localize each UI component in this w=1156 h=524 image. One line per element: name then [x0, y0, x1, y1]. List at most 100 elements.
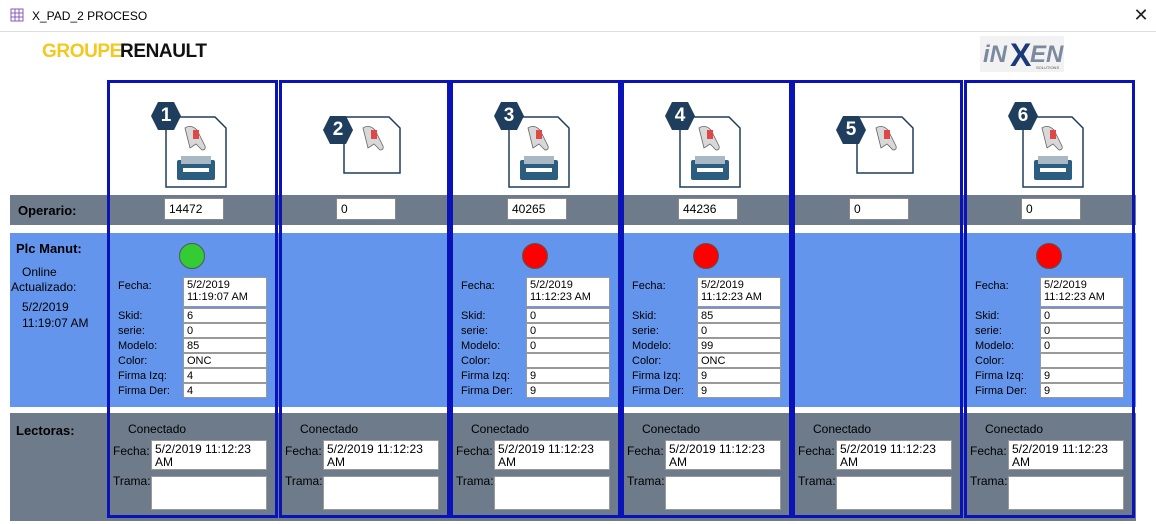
lectoras-label: Lectoras: — [16, 423, 75, 438]
operario-input[interactable]: 0 — [1021, 198, 1081, 220]
firma-der-field[interactable]: 9 — [526, 383, 610, 398]
trama-field[interactable] — [151, 476, 267, 510]
lectora-fecha-field[interactable]: 5/2/2019 11:12:23 AM — [665, 440, 781, 470]
close-button[interactable]: ✕ — [1131, 4, 1151, 26]
station-number-badge: 4 — [664, 100, 696, 132]
skid-field[interactable]: 85 — [697, 308, 781, 323]
color-field[interactable]: ONC — [697, 353, 781, 368]
operario-label: Operario: — [18, 203, 77, 218]
serie-field[interactable]: 0 — [697, 323, 781, 338]
modelo-field[interactable]: 85 — [183, 338, 267, 353]
serie-field[interactable]: 0 — [183, 323, 267, 338]
lectora-status: Conectado — [128, 422, 187, 436]
status-led — [693, 243, 719, 269]
lectora-status: Conectado — [300, 422, 359, 436]
trama-label: Trama: — [627, 474, 665, 488]
status-led — [1036, 243, 1062, 269]
skid-label: Skid: — [118, 310, 143, 322]
skid-field[interactable]: 0 — [1040, 308, 1124, 323]
window-title: X_PAD_2 PROCESO — [32, 9, 148, 23]
lectora-fecha-label: Fecha: — [285, 444, 322, 458]
firma-izq-field[interactable]: 9 — [526, 368, 610, 383]
renault-logo-text: RENAULT — [120, 41, 207, 62]
modelo-label: Modelo: — [632, 340, 672, 352]
lectora-fecha-label: Fecha: — [113, 444, 150, 458]
lectora-fecha-field[interactable]: 5/2/2019 11:12:23 AM — [323, 440, 439, 470]
firma-der-field[interactable]: 9 — [697, 383, 781, 398]
color-field[interactable] — [526, 353, 610, 368]
station-number-badge: 1 — [150, 100, 182, 132]
trama-field[interactable] — [494, 476, 610, 510]
firma-izq-field[interactable]: 9 — [697, 368, 781, 383]
fecha-field[interactable]: 5/2/2019 11:12:23 AM — [1040, 277, 1124, 307]
lectora-fecha-field[interactable]: 5/2/2019 11:12:23 AM — [1008, 440, 1124, 470]
lectora-fecha-field[interactable]: 5/2/2019 11:12:23 AM — [494, 440, 610, 470]
lectora-fecha-label: Fecha: — [798, 444, 835, 458]
operario-input[interactable]: 0 — [336, 198, 396, 220]
trama-field[interactable] — [836, 476, 952, 510]
firma-der-label: Firma Der: — [632, 385, 684, 397]
lectora-fecha-field[interactable]: 5/2/2019 11:12:23 AM — [151, 440, 267, 470]
trama-label: Trama: — [113, 474, 151, 488]
trama-field[interactable] — [665, 476, 781, 510]
firma-izq-label: Firma Izq: — [632, 370, 681, 382]
serie-field[interactable]: 0 — [1040, 323, 1124, 338]
fecha-field[interactable]: 5/2/2019 11:12:23 AM — [526, 277, 610, 307]
fecha-field[interactable]: 5/2/2019 11:12:23 AM — [697, 277, 781, 307]
fecha-label: Fecha: — [975, 280, 1009, 292]
lectora-fecha-label: Fecha: — [627, 444, 664, 458]
skid-label: Skid: — [632, 310, 657, 322]
station-number: 2 — [332, 119, 344, 140]
station-number-badge: 6 — [1007, 100, 1039, 132]
color-field[interactable]: ONC — [183, 353, 267, 368]
inxen-logo: iN X EN SOLUTIONS — [980, 36, 1064, 73]
plc-updated-label: Actualizado: — [11, 280, 77, 294]
firma-izq-field[interactable]: 9 — [1040, 368, 1124, 383]
operario-input[interactable]: 40265 — [507, 198, 567, 220]
lectora-status: Conectado — [642, 422, 701, 436]
station-number-badge: 5 — [835, 114, 867, 146]
station-number: 6 — [1017, 105, 1029, 126]
operario-input[interactable]: 44236 — [678, 198, 738, 220]
svg-text:iN: iN — [983, 41, 1008, 68]
station-number: 1 — [160, 105, 172, 126]
firma-der-field[interactable]: 4 — [183, 383, 267, 398]
modelo-field[interactable]: 0 — [1040, 338, 1124, 353]
operario-input[interactable]: 14472 — [164, 198, 224, 220]
status-led — [522, 243, 548, 269]
station-number-badge: 3 — [493, 100, 525, 132]
lectora-status: Conectado — [471, 422, 530, 436]
lectora-fecha-label: Fecha: — [970, 444, 1007, 458]
status-led — [179, 243, 205, 269]
firma-der-label: Firma Der: — [975, 385, 1027, 397]
trama-label: Trama: — [970, 474, 1008, 488]
svg-text:SOLUTIONS: SOLUTIONS — [1036, 65, 1059, 70]
skid-label: Skid: — [975, 310, 1000, 322]
modelo-field[interactable]: 99 — [697, 338, 781, 353]
fecha-label: Fecha: — [461, 280, 495, 292]
fecha-field[interactable]: 5/2/2019 11:19:07 AM — [183, 277, 267, 307]
color-label: Color: — [461, 355, 491, 367]
lectora-fecha-field[interactable]: 5/2/2019 11:12:23 AM — [836, 440, 952, 470]
serie-field[interactable]: 0 — [526, 323, 610, 338]
serie-label: serie: — [975, 325, 1002, 337]
modelo-field[interactable]: 0 — [526, 338, 610, 353]
serie-label: serie: — [461, 325, 488, 337]
lectora-status: Conectado — [985, 422, 1044, 436]
firma-der-field[interactable]: 9 — [1040, 383, 1124, 398]
color-label: Color: — [118, 355, 148, 367]
skid-field[interactable]: 6 — [183, 308, 267, 323]
skid-field[interactable]: 0 — [526, 308, 610, 323]
firma-der-label: Firma Der: — [461, 385, 513, 397]
operario-input[interactable]: 0 — [849, 198, 909, 220]
plc-online-status: Online — [22, 265, 57, 279]
fecha-label: Fecha: — [632, 280, 666, 292]
trama-label: Trama: — [285, 474, 323, 488]
groupe-logo-text: GROUPE — [42, 41, 122, 62]
trama-field[interactable] — [323, 476, 439, 510]
trama-field[interactable] — [1008, 476, 1124, 510]
color-field[interactable] — [1040, 353, 1124, 368]
firma-izq-field[interactable]: 4 — [183, 368, 267, 383]
station-number: 4 — [674, 105, 686, 126]
plc-updated-time: 11:19:07 AM — [22, 316, 89, 330]
